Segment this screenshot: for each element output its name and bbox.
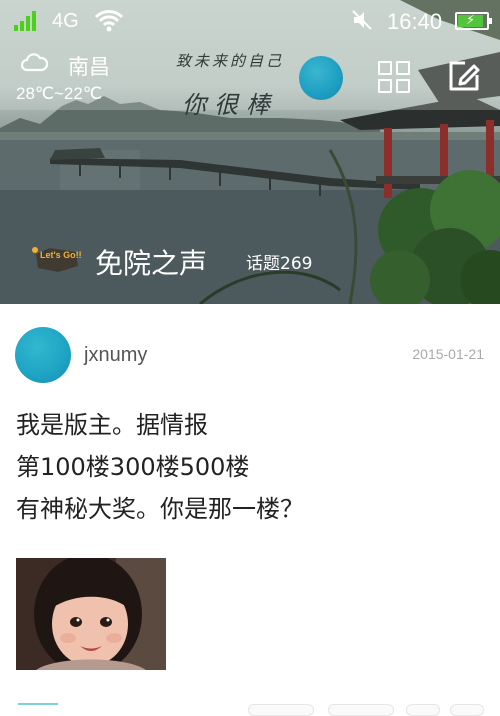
action-chip[interactable] — [328, 704, 394, 716]
post-author-name[interactable]: jxnumy — [84, 344, 147, 367]
network-type: 4G — [52, 10, 79, 32]
signal-bars-icon — [14, 11, 40, 31]
child-photo — [16, 558, 166, 670]
post-content-line: 有神秘大奖。你是那一楼？ — [16, 495, 304, 523]
user-avatar[interactable] — [299, 56, 343, 100]
post-action-bar — [0, 700, 500, 716]
topic-count: 话题269 — [246, 254, 313, 274]
battery-charging-icon: ⚡ — [455, 12, 492, 30]
slogan-line-1: 致未来的自己 — [176, 52, 285, 70]
action-chip[interactable] — [406, 704, 440, 716]
mute-icon — [352, 10, 372, 30]
action-chip[interactable] — [450, 704, 484, 716]
lets-go-badge: Let's Go!! — [32, 247, 82, 272]
post-author-avatar[interactable] — [15, 327, 71, 383]
post-date: 2015-01-21 — [412, 346, 484, 362]
cloud-icon — [20, 53, 48, 72]
status-bar: 4G 16:40 ⚡ — [0, 0, 500, 42]
grid-icon[interactable] — [378, 61, 412, 95]
weather-city: 南昌 — [68, 55, 110, 79]
tag-link[interactable] — [18, 703, 58, 705]
post-content-line: 第100楼300楼500楼 — [16, 453, 250, 481]
post-image[interactable] — [16, 558, 166, 670]
forum-header: 4G 16:40 ⚡ 南昌 28℃~22℃ 致未来的自己 你很棒 Let's G… — [0, 0, 500, 304]
weather-temperature: 28℃~22℃ — [16, 84, 102, 103]
action-chip[interactable] — [248, 704, 314, 716]
post-content-line: 我是版主。据情报 — [16, 411, 208, 439]
wifi-icon — [94, 10, 124, 32]
edit-icon[interactable] — [447, 59, 481, 93]
header-slogan: 致未来的自己 你很棒 — [176, 50, 284, 120]
slogan-line-2: 你很棒 — [182, 91, 278, 119]
forum-name: 免院之声 — [95, 247, 208, 280]
svg-text:Let's Go!!: Let's Go!! — [40, 250, 82, 260]
clock: 16:40 — [387, 9, 443, 34]
post-content: 我是版主。据情报 第100楼300楼500楼 有神秘大奖。你是那一楼？ — [16, 404, 486, 530]
